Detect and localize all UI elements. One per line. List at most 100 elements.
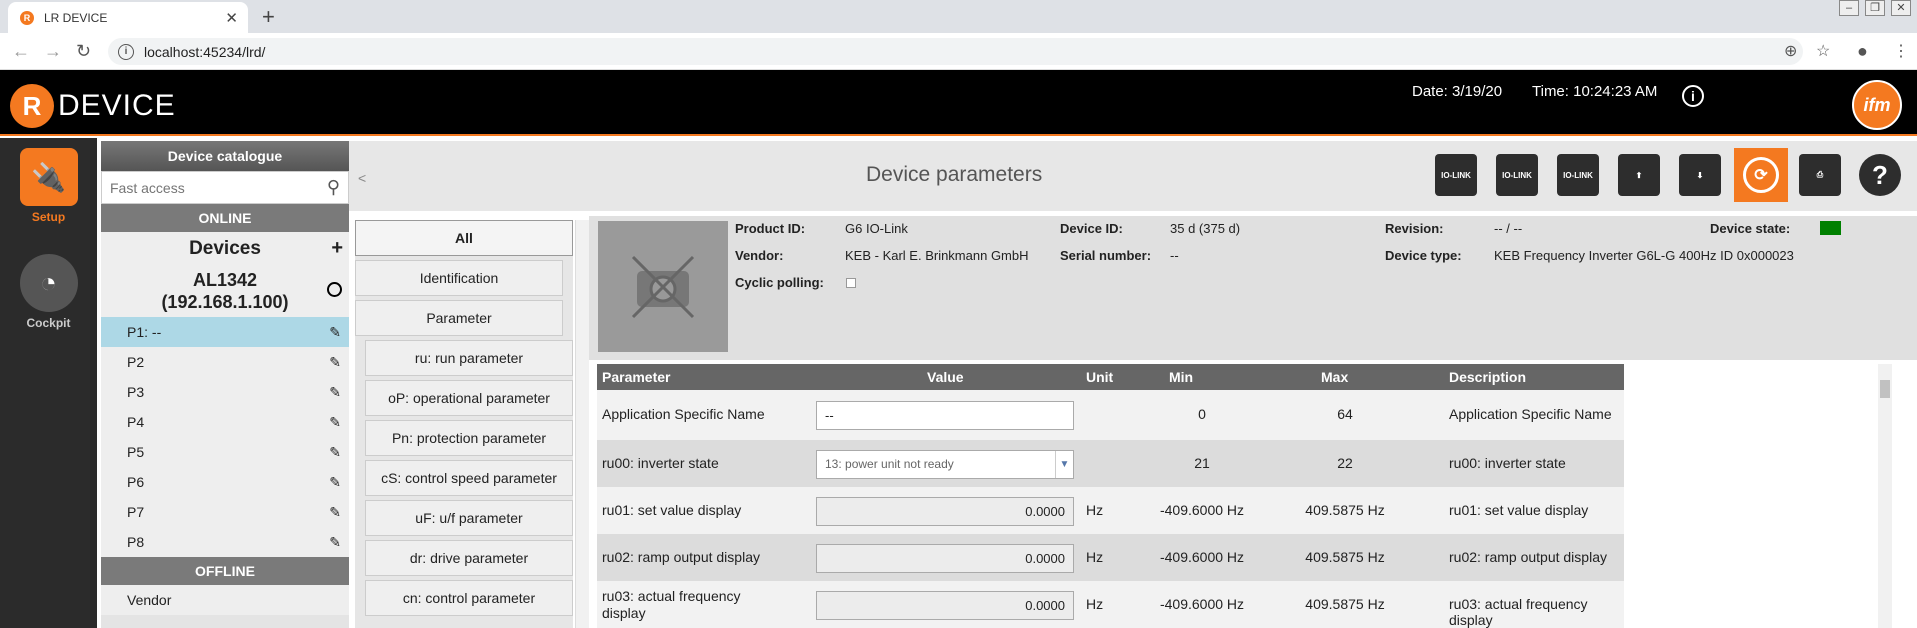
- chevron-down-icon[interactable]: ▼: [1055, 451, 1073, 478]
- download-iolink-button[interactable]: IO-LINK: [1490, 148, 1544, 202]
- collapse-catalogue-button[interactable]: <: [358, 170, 366, 186]
- edit-pencil-icon[interactable]: ✎: [329, 437, 341, 467]
- download-iolink-icon: IO-LINK: [1496, 154, 1538, 196]
- port-item[interactable]: P7 ✎: [101, 497, 349, 527]
- tab-title: LR DEVICE: [44, 10, 108, 25]
- device-master[interactable]: AL1342 (192.168.1.100): [101, 265, 349, 317]
- menu-dots-icon[interactable]: ⋮: [1893, 41, 1909, 61]
- nav-setup[interactable]: 🔌 Setup: [0, 148, 97, 224]
- upload-iolink-button[interactable]: IO-LINK: [1429, 148, 1483, 202]
- zoom-icon[interactable]: ⊕: [1784, 41, 1797, 61]
- menu-scrollbar[interactable]: [575, 220, 589, 628]
- max-value: 409.5875 Hz: [1305, 596, 1385, 612]
- menu-item[interactable]: Pn: protection parameter: [365, 420, 573, 456]
- menu-item[interactable]: oP: operational parameter: [365, 380, 573, 416]
- info-icon[interactable]: i: [1682, 85, 1704, 107]
- print-button[interactable]: ⎙: [1793, 148, 1847, 202]
- menu-item[interactable]: cS: control speed parameter: [365, 460, 573, 496]
- col-parameter: Parameter: [602, 369, 671, 385]
- close-tab-icon[interactable]: ✕: [225, 9, 238, 27]
- menu-item[interactable]: All: [355, 220, 573, 256]
- menu-item[interactable]: dr: drive parameter: [365, 540, 573, 576]
- save-upload-button[interactable]: ⬆: [1612, 148, 1666, 202]
- port-item[interactable]: P6 ✎: [101, 467, 349, 497]
- edit-pencil-icon[interactable]: ✎: [329, 317, 341, 347]
- cloud-sync-button[interactable]: ⟳: [1734, 148, 1788, 202]
- search-input[interactable]: [110, 179, 327, 196]
- help-button[interactable]: ?: [1853, 148, 1907, 202]
- product-id-value: G6 IO-Link: [845, 221, 908, 236]
- menu-item[interactable]: cn: control parameter: [365, 580, 573, 616]
- address-bar[interactable]: i localhost:45234/lrd/: [108, 38, 1803, 65]
- ifm-logo-icon: ifm: [1852, 80, 1902, 130]
- table-row: Application Specific Name -- 0 64 Applicatio…: [597, 390, 1624, 440]
- port-item[interactable]: P2 ✎: [101, 347, 349, 377]
- max-value: 409.5875 Hz: [1305, 549, 1385, 565]
- browser-tab[interactable]: R LR DEVICE ✕: [8, 2, 248, 33]
- menu-item[interactable]: Parameter: [355, 300, 563, 336]
- value-input[interactable]: --: [816, 401, 1074, 430]
- menu-item[interactable]: ru: run parameter: [365, 340, 573, 376]
- url-text: localhost:45234/lrd/: [144, 43, 266, 60]
- table-scrollbar[interactable]: [1878, 364, 1892, 628]
- table-header: Parameter Value Unit Min Max Description: [597, 364, 1624, 390]
- site-info-icon[interactable]: i: [118, 43, 134, 60]
- table-row: ru01: set value display 0.0000 Hz -409.6000…: [597, 487, 1624, 534]
- bookmark-star-icon[interactable]: ☆: [1816, 41, 1830, 61]
- sync-iolink-button[interactable]: IO-LINK: [1551, 148, 1605, 202]
- revision-label: Revision:: [1385, 221, 1444, 236]
- port-list: P1: -- ✎ P2 ✎ P3 ✎ P4 ✎ P5 ✎ P6 ✎ P7 ✎ P8 ✎: [101, 317, 349, 557]
- nav-cockpit[interactable]: ◔ Cockpit: [0, 254, 97, 330]
- parameter-menu: All Identification Parameter ru: run parame…: [355, 220, 573, 628]
- device-type-value: KEB Frequency Inverter G6L-G 400Hz ID 0x…: [1494, 248, 1794, 263]
- restore-icon[interactable]: ❐: [1865, 0, 1885, 16]
- profile-icon[interactable]: ●: [1857, 41, 1868, 62]
- edit-pencil-icon[interactable]: ✎: [329, 497, 341, 527]
- value-select[interactable]: 13: power unit not ready ▼: [816, 450, 1074, 479]
- catalogue-title: Device catalogue: [101, 141, 349, 171]
- table-body: Application Specific Name -- 0 64 Applicatio…: [597, 390, 1624, 628]
- reload-icon[interactable]: ↻: [76, 41, 91, 62]
- min-value: -409.6000 Hz: [1159, 502, 1245, 518]
- port-label: P5: [127, 444, 145, 460]
- app-header: R DEVICE Date: 3/19/20 Time: 10:24:23 AM…: [0, 70, 1917, 136]
- close-window-icon[interactable]: ✕: [1891, 0, 1911, 16]
- col-min: Min: [1169, 369, 1194, 385]
- edit-pencil-icon[interactable]: ✎: [329, 377, 341, 407]
- device-state-indicator: [1820, 221, 1841, 235]
- edit-pencil-icon[interactable]: ✎: [329, 527, 341, 557]
- cyclic-polling-label: Cyclic polling:: [735, 275, 824, 290]
- unit: Hz: [1086, 549, 1104, 565]
- cyclic-polling-checkbox[interactable]: [846, 278, 856, 288]
- edit-pencil-icon[interactable]: ✎: [329, 407, 341, 437]
- port-item[interactable]: P5 ✎: [101, 437, 349, 467]
- edit-pencil-icon[interactable]: ✎: [329, 467, 341, 497]
- save-download-button[interactable]: ⬇: [1673, 148, 1727, 202]
- scrollbar-thumb[interactable]: [1880, 380, 1890, 398]
- search-icon[interactable]: ⚲: [327, 177, 340, 198]
- port-label: P1: --: [127, 324, 162, 340]
- port-item[interactable]: P4 ✎: [101, 407, 349, 437]
- menu-item[interactable]: Identification: [355, 260, 563, 296]
- edit-pencil-icon[interactable]: ✎: [329, 347, 341, 377]
- min-value: 21: [1194, 455, 1210, 471]
- menu-item[interactable]: uF: u/f parameter: [365, 500, 573, 536]
- table-row: ru02: ramp output display 0.0000 Hz -409.60…: [597, 534, 1624, 581]
- port-label: P3: [127, 384, 145, 400]
- add-device-icon[interactable]: +: [331, 232, 343, 265]
- col-description: Description: [1449, 369, 1527, 385]
- port-item[interactable]: P8 ✎: [101, 527, 349, 557]
- minimize-icon[interactable]: –: [1839, 0, 1859, 16]
- new-tab-button[interactable]: +: [262, 4, 275, 30]
- port-item[interactable]: P3 ✎: [101, 377, 349, 407]
- col-unit: Unit: [1086, 369, 1114, 385]
- forward-icon[interactable]: →: [44, 41, 62, 62]
- vendor-label: Vendor:: [735, 248, 784, 263]
- vendor-item[interactable]: Vendor: [101, 585, 349, 615]
- port-item[interactable]: P1: -- ✎: [101, 317, 349, 347]
- value-readonly: 0.0000: [816, 591, 1074, 620]
- back-icon[interactable]: ←: [12, 41, 30, 62]
- value-readonly: 0.0000: [816, 497, 1074, 526]
- port-label: P4: [127, 414, 145, 430]
- param-name: ru01: set value display: [602, 502, 742, 518]
